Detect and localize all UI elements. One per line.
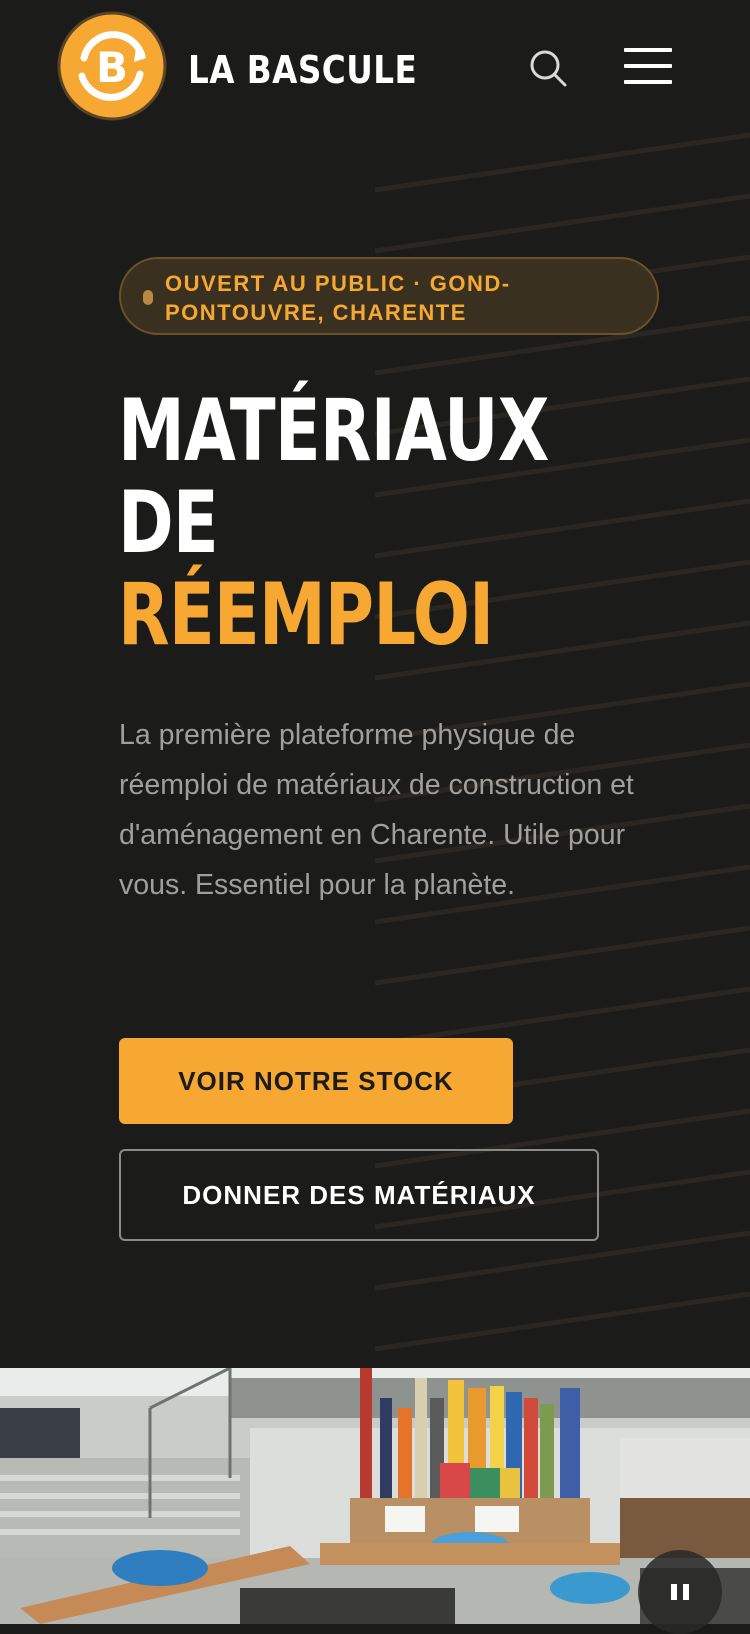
stripe-line	[374, 1230, 750, 1291]
badge-text: OUVERT AU PUBLIC · GOND-PONTOUVRE, CHARE…	[165, 271, 511, 325]
brand-name[interactable]: LA BASCULE	[188, 40, 417, 100]
location-badge: OUVERT AU PUBLIC · GOND-PONTOUVRE, CHARE…	[119, 257, 659, 335]
pause-video-button[interactable]	[638, 1550, 722, 1634]
hamburger-menu-icon[interactable]	[624, 48, 672, 84]
stripe-line	[374, 132, 750, 193]
stripe-line	[374, 1291, 750, 1352]
stripe-line	[374, 925, 750, 986]
svg-text:B: B	[96, 43, 128, 92]
hero-title-line1: MATÉRIAUX	[118, 381, 549, 481]
hero-title-line2: DE	[118, 473, 219, 573]
hero-title-accent: RÉEMPLOI	[118, 565, 494, 665]
view-stock-button[interactable]: VOIR NOTRE STOCK	[119, 1038, 513, 1124]
status-dot-icon	[143, 290, 153, 305]
stripe-line	[374, 986, 750, 1047]
donate-materials-button[interactable]: DONNER DES MATÉRIAUX	[119, 1149, 599, 1241]
hero-description: La première plateforme physique de réemp…	[119, 719, 634, 901]
site-header: B LA BASCULE	[0, 0, 750, 135]
pause-icon	[671, 1584, 677, 1600]
bascule-b-logo-icon[interactable]: B	[56, 10, 168, 122]
stripe-line	[374, 193, 750, 254]
search-icon[interactable]	[526, 46, 570, 90]
hero-title: MATÉRIAUX DE RÉEMPLOI	[118, 385, 549, 661]
